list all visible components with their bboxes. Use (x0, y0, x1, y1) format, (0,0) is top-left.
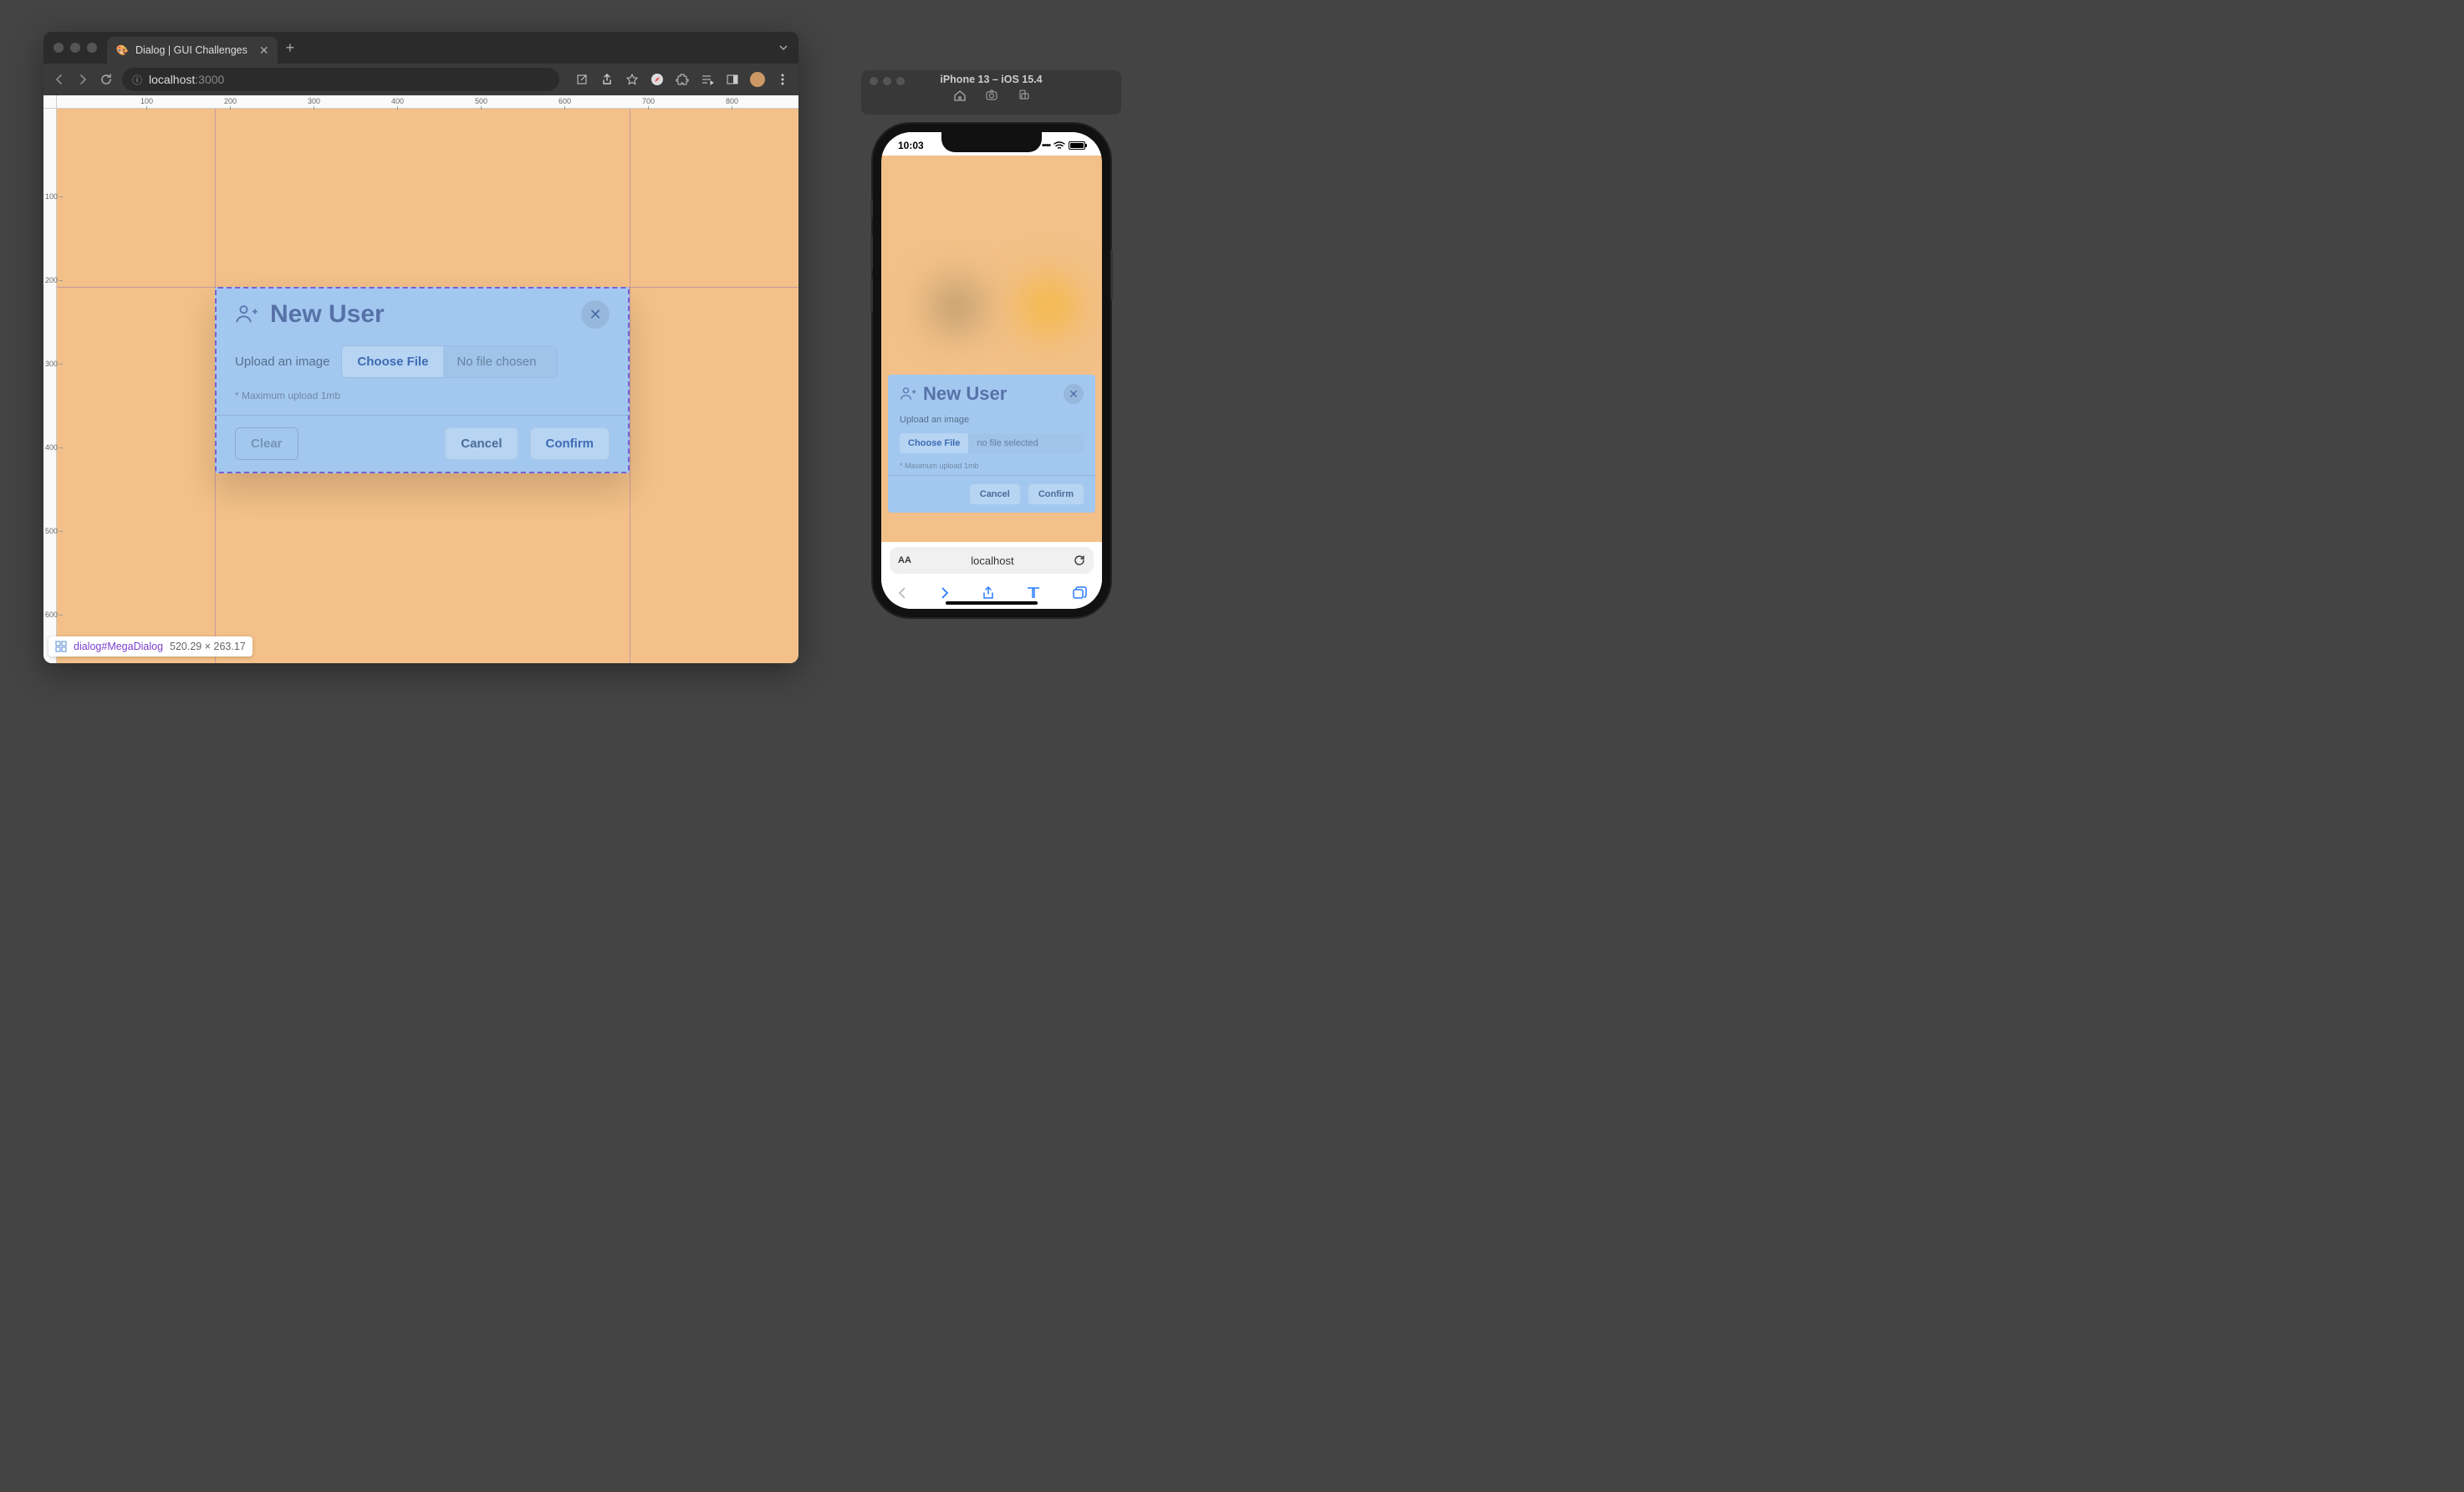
dialog-footer: Clear Cancel Confirm (217, 415, 628, 472)
safari-bookmarks-icon[interactable] (1026, 586, 1041, 600)
upload-label: Upload an image (235, 355, 329, 369)
iphone-device: 10:03 •••• New User ✕ Upload an image (873, 124, 1110, 617)
window-close[interactable] (54, 43, 64, 53)
tab-list-dropdown[interactable] (778, 43, 788, 53)
browser-tab[interactable]: 🎨 Dialog | GUI Challenges ✕ (107, 37, 278, 64)
mobile-upload-label: Upload an image (900, 415, 1084, 425)
phone-volume-up (870, 237, 873, 270)
mobile-upload-hint: * Maximum upload 1mb (900, 462, 1084, 470)
ruler-corner (43, 95, 57, 109)
dialog-header: New User ✕ (217, 289, 628, 340)
ruler-vertical[interactable]: 100 200 300 400 500 600 (43, 109, 57, 663)
open-external-icon[interactable] (574, 72, 589, 87)
mobile-add-user-icon (900, 386, 916, 402)
page-viewport: 100 200 300 400 500 600 700 800 900 100 … (43, 95, 798, 663)
signal-icon: •••• (1042, 141, 1050, 151)
safari-share-icon[interactable] (982, 585, 995, 600)
queue-icon[interactable] (700, 72, 715, 87)
compass-icon[interactable] (650, 72, 665, 87)
window-minimize[interactable] (70, 43, 80, 53)
url-bar[interactable]: ⓘ localhost:3000 (122, 68, 559, 91)
safari-reload-icon[interactable] (1074, 554, 1085, 566)
phone-notch (941, 132, 1042, 152)
browser-window: 🎨 Dialog | GUI Challenges ✕ + ⓘ localhos… (43, 32, 798, 663)
sim-screenshot-icon[interactable] (985, 89, 998, 102)
mobile-dialog-close[interactable]: ✕ (1064, 384, 1084, 404)
mobile-file-input[interactable]: Choose File no file selected (900, 433, 1084, 453)
window-controls (54, 43, 97, 53)
new-tab-button[interactable]: + (286, 39, 295, 57)
cancel-button[interactable]: Cancel (445, 427, 518, 460)
phone-screen: 10:03 •••• New User ✕ Upload an image (881, 132, 1102, 609)
background-blur-2 (1019, 277, 1078, 335)
reader-icon[interactable]: AA (898, 555, 911, 565)
phone-volume-down (870, 278, 873, 312)
home-indicator[interactable] (946, 601, 1038, 605)
safari-forward-icon[interactable] (939, 585, 951, 600)
mobile-confirm-button[interactable]: Confirm (1028, 484, 1084, 504)
favicon-icon: 🎨 (115, 43, 129, 57)
sim-window-maximize[interactable] (896, 77, 905, 85)
devtools-dimensions: 520.29 × 263.17 (170, 641, 246, 652)
window-maximize[interactable] (87, 43, 97, 53)
browser-toolbar: ⓘ localhost:3000 (43, 64, 798, 95)
simulator-toolbar: iPhone 13 – iOS 15.4 (861, 70, 1121, 115)
clear-button[interactable]: Clear (235, 427, 298, 460)
kebab-menu-icon[interactable] (775, 72, 790, 87)
url-port: :3000 (195, 73, 224, 86)
phone-mute-switch (870, 199, 873, 217)
mobile-file-status: no file selected (968, 433, 1084, 453)
profile-avatar[interactable] (750, 72, 765, 87)
back-button[interactable] (52, 72, 67, 87)
safari-host: localhost (911, 554, 1074, 567)
file-status: No file chosen (443, 346, 556, 377)
choose-file-button[interactable]: Choose File (342, 346, 443, 377)
sim-window-close[interactable] (870, 77, 878, 85)
tab-title: Dialog | GUI Challenges (135, 44, 247, 56)
dialog-close-button[interactable]: ✕ (581, 300, 610, 329)
safari-tabs-icon[interactable] (1072, 586, 1087, 600)
share-icon[interactable] (599, 72, 615, 87)
phone-page-content: New User ✕ Upload an image Choose File n… (881, 156, 1102, 542)
mobile-dialog-title: New User (923, 383, 1057, 405)
bookmark-star-icon[interactable] (625, 72, 640, 87)
extensions-icon[interactable] (675, 72, 690, 87)
safari-url-bar[interactable]: AA localhost (890, 547, 1094, 574)
browser-titlebar: 🎨 Dialog | GUI Challenges ✕ + (43, 32, 798, 64)
mobile-dialog: New User ✕ Upload an image Choose File n… (888, 375, 1095, 513)
file-input[interactable]: Choose File No file chosen (341, 345, 557, 378)
sim-rotate-icon[interactable] (1017, 89, 1030, 102)
mobile-choose-file[interactable]: Choose File (900, 433, 968, 453)
upload-hint: * Maximum upload 1mb (235, 390, 610, 401)
dialog-body: Upload an image Choose File No file chos… (217, 340, 628, 415)
devtools-selector: dialog#MegaDialog (74, 641, 163, 652)
url-host: localhost (149, 73, 195, 86)
simulator-title: iPhone 13 – iOS 15.4 (940, 74, 1042, 85)
add-user-icon (235, 303, 258, 326)
grid-icon (55, 641, 67, 652)
status-time: 10:03 (898, 140, 924, 151)
mega-dialog: New User ✕ Upload an image Choose File N… (215, 287, 630, 473)
site-info-icon[interactable]: ⓘ (132, 73, 142, 87)
reload-button[interactable] (99, 72, 114, 87)
safari-back-icon[interactable] (896, 585, 908, 600)
panel-icon[interactable] (725, 72, 740, 87)
confirm-button[interactable]: Confirm (530, 427, 610, 460)
sim-home-icon[interactable] (953, 89, 967, 102)
wifi-icon (1053, 141, 1065, 150)
tab-close-icon[interactable]: ✕ (259, 43, 269, 58)
battery-icon (1069, 141, 1085, 150)
devtools-element-tag: dialog#MegaDialog 520.29 × 263.17 (48, 636, 253, 657)
ruler-horizontal[interactable]: 100 200 300 400 500 600 700 800 900 (57, 95, 798, 109)
mobile-cancel-button[interactable]: Cancel (970, 484, 1020, 504)
forward-button[interactable] (75, 72, 90, 87)
dialog-title: New User (270, 300, 569, 329)
phone-power-button (1110, 249, 1113, 299)
sim-window-minimize[interactable] (883, 77, 891, 85)
background-blur-1 (931, 281, 982, 331)
